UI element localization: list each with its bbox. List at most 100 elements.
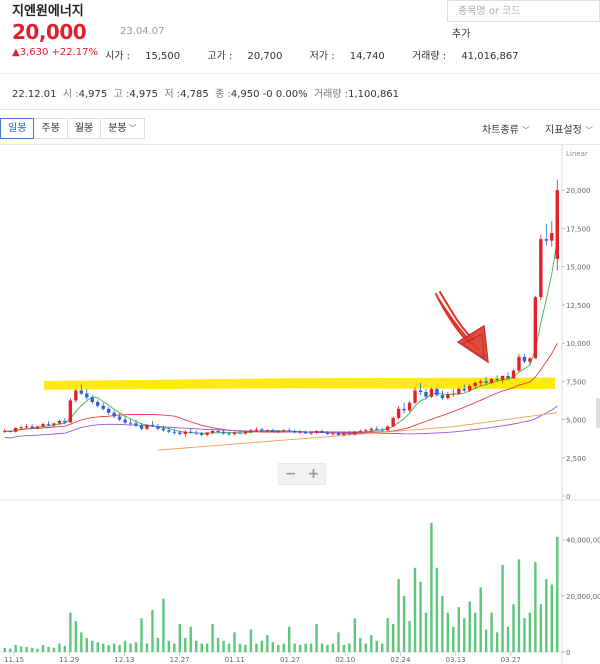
- candle-body: [462, 388, 466, 391]
- tab-daily[interactable]: 일봉: [0, 118, 35, 139]
- candle-body: [85, 393, 89, 398]
- volume-bar: [375, 640, 378, 652]
- divider: [0, 109, 600, 110]
- volume-bar: [556, 536, 559, 652]
- volume-stat: 거래량 : 41,016,867: [412, 51, 531, 62]
- price-tick-label: 5,000: [566, 417, 586, 425]
- candle-body: [298, 431, 302, 433]
- candle-body: [79, 390, 84, 394]
- scrollbar-handle[interactable]: [596, 398, 600, 428]
- indicator-settings-button[interactable]: 지표설정 ﹀: [545, 121, 593, 136]
- candle-body: [402, 408, 406, 411]
- price-tick-label: 17,500: [566, 225, 591, 233]
- daily-high: 4,975: [129, 89, 159, 100]
- candle-body: [30, 426, 34, 428]
- candle-body: [336, 433, 341, 435]
- candle-body: [194, 432, 198, 434]
- candle-body: [8, 431, 12, 433]
- volume-bar: [80, 632, 83, 652]
- volume-bar: [342, 644, 346, 652]
- volume-bar: [495, 632, 499, 652]
- candle-body: [139, 425, 144, 429]
- volume-bar: [457, 607, 460, 652]
- candle-body: [522, 356, 527, 362]
- candle-body: [46, 424, 51, 426]
- candle-body: [210, 431, 215, 433]
- x-tick-label: 03.13: [446, 656, 466, 664]
- volume-bar: [47, 646, 50, 652]
- zoom-in-button[interactable]: +: [302, 464, 325, 484]
- candle-body: [205, 432, 209, 435]
- zoom-control: − +: [278, 463, 326, 485]
- candle-body: [90, 397, 94, 402]
- volume-bar: [96, 642, 99, 652]
- candle-body: [457, 388, 461, 394]
- candle-body: [342, 433, 346, 435]
- daily-date: 22.12.01: [12, 89, 57, 100]
- candle-body: [63, 421, 67, 423]
- candle-body: [271, 430, 275, 432]
- volume-bar: [331, 643, 335, 652]
- candle-body: [511, 370, 516, 379]
- volume-bar: [195, 640, 198, 652]
- chart-type-label: 차트종류: [482, 125, 519, 136]
- volume-bar: [315, 623, 318, 652]
- volume-bar: [227, 643, 231, 652]
- candle-body: [117, 416, 122, 420]
- price-tick-label: 12,500: [566, 302, 591, 310]
- chevron-down-icon: ﹀: [128, 124, 137, 133]
- daily-volume-label: 거래량 :: [313, 89, 349, 100]
- open-label: 시가 :: [105, 51, 134, 62]
- volume-bar: [386, 618, 389, 652]
- volume-bar: [173, 643, 176, 652]
- low-stat: 저가 : 14,740: [310, 51, 397, 62]
- volume-bar: [359, 637, 362, 652]
- open-stat: 시가 : 15,500: [105, 51, 192, 62]
- high-value: 20,700: [247, 51, 283, 62]
- price-chart[interactable]: Linear 20,000 17,500 15,000 12,500 10,000 7,50…: [0, 144, 600, 664]
- daily-close: 4,950 -0 0.00%: [230, 89, 308, 100]
- volume-bar: [162, 598, 165, 652]
- volume-tick-label: 40,000,000: [566, 537, 600, 545]
- candle-body: [199, 433, 204, 435]
- add-button[interactable]: 추가: [452, 25, 470, 40]
- stock-search-input[interactable]: [447, 0, 600, 22]
- volume-bar: [134, 642, 138, 652]
- volume-bar: [282, 643, 285, 652]
- volume-bar: [216, 637, 220, 652]
- tab-monthly[interactable]: 월봉: [67, 118, 102, 139]
- price-stats: 시가 : 15,500 고가 : 20,700 저가 : 14,740 거래량 …: [105, 47, 543, 62]
- volume-bar: [271, 642, 274, 652]
- volume-bar: [58, 643, 61, 652]
- tab-minute[interactable]: 분봉 ﹀: [101, 118, 145, 139]
- volume-bar: [277, 644, 280, 652]
- volume-bar: [413, 567, 417, 652]
- volume-bar: [446, 612, 450, 652]
- candle-body: [35, 426, 40, 428]
- volume-bar: [118, 644, 121, 652]
- chart-type-button[interactable]: 차트종류 ﹀: [482, 121, 530, 136]
- daily-high-label: 고 :: [113, 89, 130, 100]
- candle-body: [506, 375, 510, 379]
- volume-tick-label: 20,000,000: [566, 593, 600, 601]
- volume-bar: [424, 612, 428, 652]
- volume-value: 41,016,867: [461, 51, 519, 62]
- daily-info: 22.12.01 시 :4,975 고 :4,975 저 :4,785 종 :4…: [12, 85, 399, 100]
- candle-body: [364, 430, 368, 432]
- candle-body: [112, 412, 116, 417]
- volume-bar: [52, 647, 56, 652]
- zoom-out-button[interactable]: −: [279, 464, 302, 484]
- volume-bar: [298, 644, 302, 652]
- candle-body: [446, 394, 450, 399]
- volume-bar: [123, 640, 127, 652]
- candle-body: [550, 233, 554, 241]
- x-tick-label: 12.13: [114, 656, 134, 664]
- volume-bar: [419, 581, 422, 652]
- period-tabs: 일봉 주봉 월봉 분봉 ﹀: [0, 118, 145, 140]
- volume-bar: [205, 643, 209, 652]
- tab-weekly[interactable]: 주봉: [34, 118, 68, 139]
- open-value: 15,500: [145, 51, 181, 62]
- volume-bar: [534, 562, 537, 652]
- candle-body: [413, 390, 417, 403]
- volume-bar: [337, 632, 340, 652]
